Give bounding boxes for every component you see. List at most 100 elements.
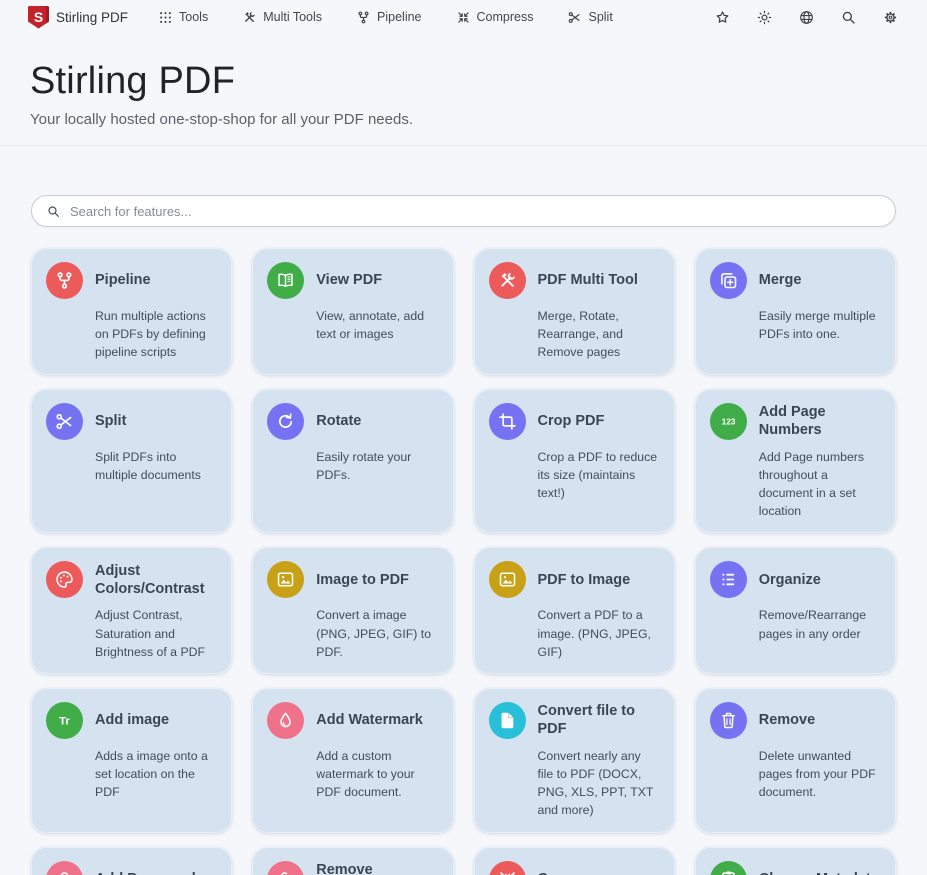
rotate-icon [267,403,304,440]
card-title: Compress [538,870,609,875]
tool-card-pipeline[interactable]: Pipeline Run multiple actions on PDFs by… [31,248,232,375]
sun-icon[interactable] [756,9,773,26]
unlock-icon [267,861,304,875]
tool-card-grid: Pipeline Run multiple actions on PDFs by… [31,248,896,875]
card-description: Adjust Contrast, Saturation and Brightne… [95,606,217,661]
compress-icon [489,861,526,875]
tool-card-add-image[interactable]: Tr Add image Adds a image onto a set loc… [31,688,232,833]
nav-item-label: Multi Tools [263,10,322,24]
card-title: Merge [759,271,802,289]
scissors-icon [567,10,582,25]
stirling-pdf-home: S Stirling PDF Tools Multi Tools Pipelin… [0,0,927,875]
card-title: Split [95,412,126,430]
card-title: PDF to Image [538,571,631,589]
top-navbar: S Stirling PDF Tools Multi Tools Pipelin… [0,0,927,33]
card-description: Add Page numbers throughout a document i… [759,448,881,521]
card-title: Add Watermark [316,711,423,729]
card-description: Convert a PDF to a image. (PNG, JPEG, GI… [538,606,660,661]
svg-text:123: 123 [721,416,735,426]
svg-text:Tr: Tr [59,715,70,727]
tools-icon [489,262,526,299]
tool-card-crop-pdf[interactable]: Crop PDF Crop a PDF to reduce its size (… [474,389,675,534]
card-description: Run multiple actions on PDFs by defining… [95,307,217,362]
file-icon [489,702,526,739]
tool-card-pdf-multi-tool[interactable]: PDF Multi Tool Merge, Rotate, Rearrange,… [474,248,675,375]
card-description: Easily merge multiple PDFs into one. [759,307,881,343]
tool-card-merge[interactable]: Merge Easily merge multiple PDFs into on… [695,248,896,375]
card-description: Merge, Rotate, Rearrange, and Remove pag… [538,307,660,362]
tool-card-change-metadata[interactable]: Change Metadata Change/Remove/Add metada… [695,847,896,875]
card-title: Add Page Numbers [759,403,881,439]
numbers-icon: 123 [710,403,747,440]
card-title: Remove Password [316,861,438,875]
feature-search [31,195,896,227]
nav-item-label: Compress [477,10,534,24]
card-description: Adds a image onto a set location on the … [95,747,217,802]
image-icon [489,561,526,598]
nav-item-split[interactable]: Split [567,10,612,25]
tool-card-organize[interactable]: Organize Remove/Rearrange pages in any o… [695,547,896,674]
search-icon [46,204,61,219]
tool-card-convert-file-to-pdf[interactable]: Convert file to PDF Convert nearly any f… [474,688,675,833]
globe-icon[interactable] [798,9,815,26]
search-icon[interactable] [840,9,857,26]
card-title: Adjust Colors/Contrast [95,562,217,598]
nav-item-pipeline[interactable]: Pipeline [356,10,421,25]
tool-card-add-password[interactable]: Add Password Encrypt your PDF document w… [31,847,232,875]
tool-card-remove-password[interactable]: Remove Password Remove password protecti… [252,847,453,875]
tool-card-pdf-to-image[interactable]: PDF to Image Convert a PDF to a image. (… [474,547,675,674]
pipeline-icon [46,262,83,299]
nav-actions [714,9,899,26]
tool-card-add-watermark[interactable]: Add Watermark Add a custom watermark to … [252,688,453,833]
page-subtitle: Your locally hosted one-stop-shop for al… [30,111,897,128]
clipboard-icon [710,861,747,875]
card-title: Add image [95,711,169,729]
apps-icon [158,10,173,25]
card-title: Rotate [316,412,361,430]
tool-card-split[interactable]: Split Split PDFs into multiple documents [31,389,232,534]
card-title: Pipeline [95,271,151,289]
nav-item-tools[interactable]: Tools [158,10,208,25]
palette-icon [46,561,83,598]
card-title: PDF Multi Tool [538,271,638,289]
brand-label: Stirling PDF [56,10,128,25]
gear-icon[interactable] [882,9,899,26]
lock-icon [46,861,83,875]
card-description: Convert a image (PNG, JPEG, GIF) to PDF. [316,606,438,661]
text-icon: Tr [46,702,83,739]
card-title: Organize [759,571,821,589]
card-description: View, annotate, add text or images [316,307,438,343]
brand-home-link[interactable]: S Stirling PDF [28,6,128,29]
tool-card-image-to-pdf[interactable]: Image to PDF Convert a image (PNG, JPEG,… [252,547,453,674]
merge-icon [710,262,747,299]
nav-item-label: Pipeline [377,10,421,24]
card-description: Crop a PDF to reduce its size (maintains… [538,448,660,503]
card-description: Remove/Rearrange pages in any order [759,606,881,642]
card-title: Image to PDF [316,571,409,589]
search-input[interactable] [70,204,881,219]
card-title: Remove [759,711,815,729]
list-icon [710,561,747,598]
card-description: Delete unwanted pages from your PDF docu… [759,747,881,802]
scissors-icon [46,403,83,440]
tool-card-view-pdf[interactable]: View PDF View, annotate, add text or ima… [252,248,453,375]
pipeline-icon [356,10,371,25]
crop-icon [489,403,526,440]
star-icon[interactable] [714,9,731,26]
tool-card-add-page-numbers[interactable]: 123 Add Page Numbers Add Page numbers th… [695,389,896,534]
stirling-logo-icon: S [28,6,49,29]
image-icon [267,561,304,598]
tool-card-remove[interactable]: Remove Delete unwanted pages from your P… [695,688,896,833]
nav-item-multi-tools[interactable]: Multi Tools [242,10,322,25]
tool-card-compress[interactable]: Compress Compress PDFs to reduce their f… [474,847,675,875]
card-title: Add Password [95,870,196,875]
card-description: Easily rotate your PDFs. [316,448,438,484]
nav-item-label: Tools [179,10,208,24]
tool-card-adjust-colors-contrast[interactable]: Adjust Colors/Contrast Adjust Contrast, … [31,547,232,674]
tool-card-rotate[interactable]: Rotate Easily rotate your PDFs. [252,389,453,534]
card-description: Add a custom watermark to your PDF docum… [316,747,438,802]
card-title: Change Metadata [759,870,879,875]
droplet-icon [267,702,304,739]
nav-item-compress[interactable]: Compress [456,10,534,25]
card-title: View PDF [316,271,382,289]
